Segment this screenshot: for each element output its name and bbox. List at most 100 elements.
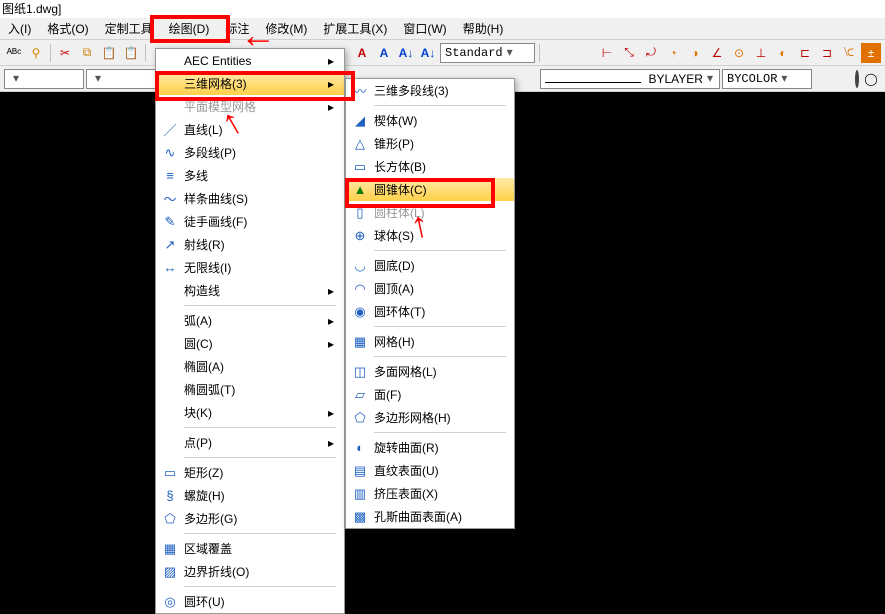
menu-item-label: 圆锥体(C) [374,181,506,198]
ellipse-tool-icon[interactable]: ◯ [861,69,881,89]
draw-menu-item[interactable]: 构造线▸ [156,279,344,302]
mesh-submenu-item[interactable]: 〰三维多段线(3) [346,79,514,102]
menu-format[interactable]: 格式(O) [39,18,96,40]
layer-dropdown[interactable] [4,69,84,89]
menu-item-label: 多线 [184,167,336,184]
mesh-submenu-item[interactable]: ◐旋转曲面(R) [346,436,514,459]
draw-menu-item[interactable]: ↔无限线(I) [156,256,344,279]
menu-modify[interactable]: 修改(M) [257,18,315,40]
submenu-arrow-icon: ▸ [326,406,336,420]
draw-menu-item[interactable]: ≡多线 [156,164,344,187]
dim-radius-icon[interactable]: ◔ [663,43,683,63]
menu-dimension[interactable]: 标注 [217,18,257,40]
paste-icon[interactable]: 📋 [99,43,119,63]
draw-menu-item[interactable]: 弧(A)▸ [156,309,344,332]
menu-extended-tools[interactable]: 扩展工具(X) [315,18,395,40]
draw-menu-item[interactable]: ∿多段线(P) [156,141,344,164]
mesh-submenu-item[interactable]: ▭长方体(B) [346,155,514,178]
draw-menu-item[interactable]: ⬠多边形(G) [156,507,344,530]
mesh-submenu-item[interactable]: ⬠多边形网格(H) [346,406,514,429]
draw-menu-item[interactable]: ↗射线(R) [156,233,344,256]
draw-menu-item[interactable]: ▦区域覆盖 [156,537,344,560]
mesh-submenu-item[interactable]: ◢楔体(W) [346,109,514,132]
dim-ordinate-icon[interactable]: ⊥ [751,43,771,63]
menu-item-icon: ∿ [156,141,184,164]
draw-menu-item[interactable]: 椭圆弧(T) [156,378,344,401]
mesh-submenu-item[interactable]: ◫多面网格(L) [346,360,514,383]
lineweight-dropdown[interactable] [86,69,156,89]
dim-center-icon[interactable]: ⊙ [729,43,749,63]
draw-menu-item[interactable]: ～样条曲线(S) [156,187,344,210]
menu-item-label: 挤压表面(X) [374,485,506,502]
dim-leader-icon[interactable]: ⟈ [839,43,859,63]
dim-tolerance-icon[interactable]: ± [861,43,881,63]
text-b-icon[interactable]: A [374,43,394,63]
menu-window[interactable]: 窗口(W) [395,18,454,40]
dim-angle-icon[interactable]: ∠ [707,43,727,63]
dim-diameter-icon[interactable]: ◑ [685,43,705,63]
window-title: 图纸1.dwg] [0,0,885,18]
mesh-submenu-item[interactable]: ▤直纹表面(U) [346,459,514,482]
linetype-dropdown[interactable]: BYLAYER [540,69,720,89]
dim-arc-icon[interactable]: ⤾ [641,43,661,63]
mesh-submenu-item[interactable]: ◡圆底(D) [346,254,514,277]
mesh-submenu-item[interactable]: ▲圆锥体(C) [346,178,514,201]
menu-item-icon: ▩ [346,505,374,528]
mesh-submenu-item[interactable]: ▥挤压表面(X) [346,482,514,505]
menu-insert[interactable]: 入(I) [0,18,39,40]
menu-item-label: 圆底(D) [374,257,506,274]
mesh-submenu-item[interactable]: ⊕球体(S) [346,224,514,247]
paste-special-icon[interactable]: 📋 [121,43,141,63]
draw-menu-item[interactable]: ✎徒手画线(F) [156,210,344,233]
text-c-icon[interactable]: A↓ [396,43,416,63]
menu-help[interactable]: 帮助(H) [455,18,512,40]
spell-icon[interactable]: ᴬᴮᶜ [4,43,24,63]
mesh-submenu-item[interactable]: ▦网格(H) [346,330,514,353]
draw-menu-item[interactable]: 平面模型网格▸ [156,95,344,118]
menu-item-icon [156,355,184,378]
menu-draw[interactable]: 绘图(D) [161,18,218,40]
submenu-arrow-icon: ▸ [326,436,336,450]
cut-icon[interactable]: ✂ [55,43,75,63]
draw-menu-item[interactable]: 点(P)▸ [156,431,344,454]
menu-item-label: 孔斯曲面表面(A) [374,508,506,525]
copy-icon[interactable]: ⧉ [77,43,97,63]
draw-menu-item[interactable]: 椭圆(A) [156,355,344,378]
mesh-submenu-item[interactable]: ◉圆环体(T) [346,300,514,323]
menu-item-icon: ▥ [346,482,374,505]
draw-menu-item[interactable]: ◎圆环(U) [156,590,344,613]
dim-continue-icon[interactable]: ⊐ [817,43,837,63]
menu-item-label: 三维多段线(3) [374,82,506,99]
menu-item-icon [156,309,184,332]
dim-jog-icon[interactable]: ◐ [773,43,793,63]
mesh-submenu-item[interactable]: ▱面(F) [346,383,514,406]
draw-menu-item[interactable]: 块(K)▸ [156,401,344,424]
dim-linear-icon[interactable]: ⊢ [597,43,617,63]
mesh-submenu-item[interactable]: ◠圆顶(A) [346,277,514,300]
draw-menu-item[interactable]: AEC Entities▸ [156,49,344,72]
menu-item-label: 块(K) [184,404,326,421]
text-a-icon[interactable]: A [352,43,372,63]
draw-menu-item[interactable]: ▨边界折线(O) [156,560,344,583]
dim-aligned-icon[interactable]: ⤡ [619,43,639,63]
link-icon[interactable]: ⚲ [26,43,46,63]
dim-baseline-icon[interactable]: ⊏ [795,43,815,63]
draw-menu-item[interactable]: 圆(C)▸ [156,332,344,355]
menu-separator [374,105,506,106]
draw-menu-item[interactable]: ▭矩形(Z) [156,461,344,484]
circle-ring-icon[interactable] [855,72,859,86]
mesh-submenu-item[interactable]: ▩孔斯曲面表面(A) [346,505,514,528]
menu-item-icon [156,49,184,72]
draw-menu-item[interactable]: §螺旋(H) [156,484,344,507]
draw-menu-item[interactable]: 三维网格(3)▸ [156,72,344,95]
mesh-submenu-item[interactable]: △锥形(P) [346,132,514,155]
menu-separator [184,533,336,534]
draw-menu-panel: AEC Entities▸三维网格(3)▸平面模型网格▸／直线(L)∿多段线(P… [155,48,345,614]
menu-item-label: 徒手画线(F) [184,213,336,230]
menu-custom-tools[interactable]: 定制工具 [97,18,161,40]
mesh-submenu-item[interactable]: ▯圆柱体(L) [346,201,514,224]
text-style-dropdown[interactable]: Standard [440,43,535,63]
draw-menu-item[interactable]: ／直线(L) [156,118,344,141]
text-d-icon[interactable]: A↓ [418,43,438,63]
color-dropdown[interactable]: BYCOLOR [722,69,812,89]
